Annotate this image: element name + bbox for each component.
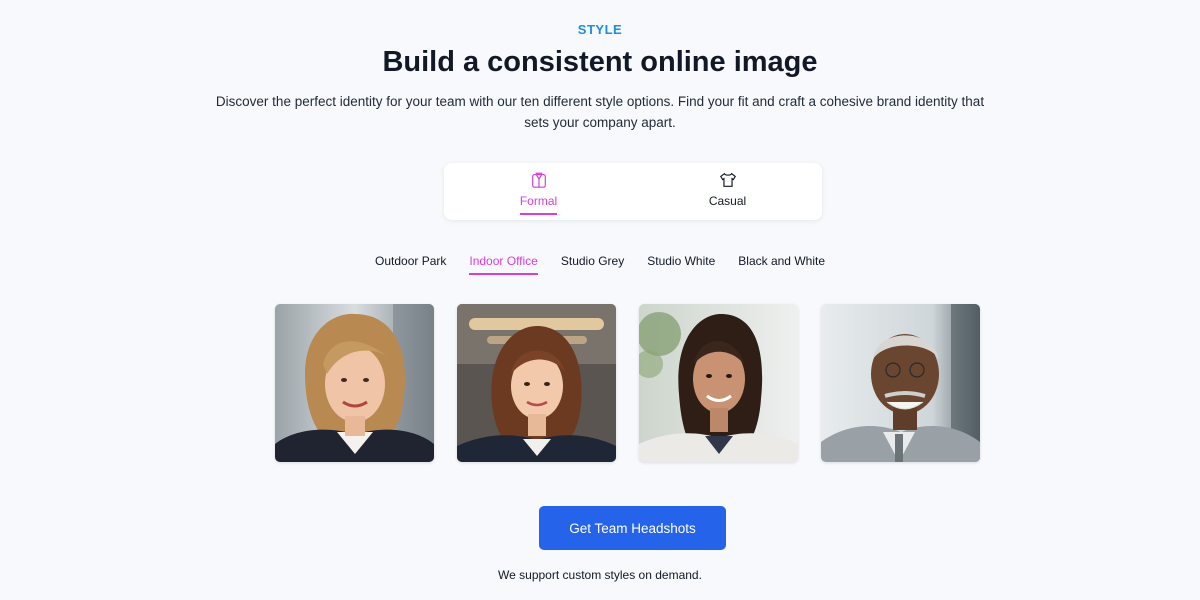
tab-indoor-office[interactable]: Indoor Office [469,254,538,275]
tab-casual-label: Casual [708,194,747,208]
section-subtitle: Discover the perfect identity for your t… [215,94,985,130]
headshot-man-grey-hair [821,304,980,462]
tab-black-and-white[interactable]: Black and White [738,254,825,275]
custom-styles-note: We support custom styles on demand. [498,568,702,582]
tab-formal-label: Formal [519,194,558,215]
tab-casual[interactable]: Casual [633,163,822,220]
tab-studio-grey[interactable]: Studio Grey [561,254,624,275]
tab-formal[interactable]: Formal [444,163,633,220]
tab-studio-white[interactable]: Studio White [647,254,715,275]
eyebrow-label: STYLE [577,22,623,37]
headshot-gallery [275,304,980,462]
background-tab-bar: Outdoor Park Indoor Office Studio Grey S… [0,254,1200,275]
section-title: Build a consistent online image [382,46,818,78]
style-tab-bar: Formal Casual [444,163,822,220]
suit-icon [530,171,548,189]
tshirt-icon [719,171,737,189]
get-team-headshots-button[interactable]: Get Team Headshots [539,506,726,550]
tab-outdoor-park[interactable]: Outdoor Park [375,254,446,275]
headshot-woman-dark-hair [639,304,798,462]
headshot-woman-auburn [457,304,616,462]
headshot-woman-blonde [275,304,434,462]
